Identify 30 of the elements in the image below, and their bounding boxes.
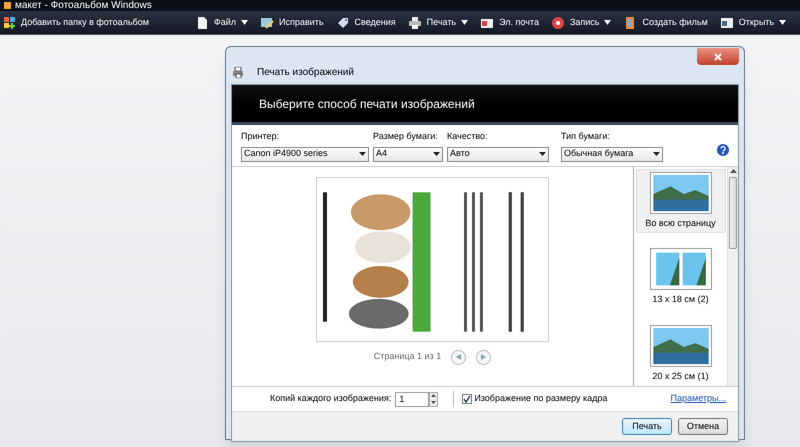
toolbar-button[interactable]: Эл. почта xyxy=(478,12,541,34)
toolbar-button[interactable]: Сведения xyxy=(334,12,398,34)
fit-label: Изображение по размеру кадра xyxy=(474,392,608,406)
toolbar-button[interactable]: Открыть xyxy=(718,12,788,34)
page-indicator: Страница 1 из 1 xyxy=(374,350,442,364)
dialog-button[interactable]: Отмена xyxy=(678,418,728,435)
dropdown[interactable]: A4 xyxy=(373,146,443,162)
window-title: макет - Фотоальбом Windows xyxy=(15,0,152,10)
dropdown[interactable]: Canon iP4900 series xyxy=(241,146,369,162)
add-folder-button[interactable]: Добавить папку в фотоальбом xyxy=(0,11,157,34)
toolbar-button[interactable]: Создать фильм xyxy=(621,12,710,34)
copies-label: Копий каждого изображения: xyxy=(270,392,392,406)
dialog-heading: Выберите способ печати изображений xyxy=(259,96,475,112)
toolbar-button[interactable]: Исправить xyxy=(258,12,326,34)
toolbar-button[interactable]: Файл xyxy=(192,12,250,34)
field-label: Качество: xyxy=(447,130,489,143)
dialog-title: Печать изображений xyxy=(257,66,354,80)
copies-field[interactable]: 1 xyxy=(395,392,430,406)
options-link[interactable]: Параметры... xyxy=(670,392,726,406)
layout-option[interactable]: 20 x 25 см (1) xyxy=(636,322,726,386)
layout-option[interactable]: 13 x 18 см (2) xyxy=(636,245,726,310)
toolbar-button[interactable]: Печать xyxy=(406,12,470,34)
field-label: Тип бумаги: xyxy=(561,130,611,143)
toolbar-button[interactable]: Запись xyxy=(548,12,614,34)
field-label: Размер бумаги: xyxy=(373,130,439,143)
dropdown[interactable]: Обычная бумага xyxy=(561,146,663,162)
field-label: Принтер: xyxy=(241,130,280,143)
dialog-button[interactable]: Печать xyxy=(622,418,672,435)
dropdown[interactable]: Авто xyxy=(447,146,549,162)
layout-option[interactable]: Во всю страницу xyxy=(636,168,726,233)
